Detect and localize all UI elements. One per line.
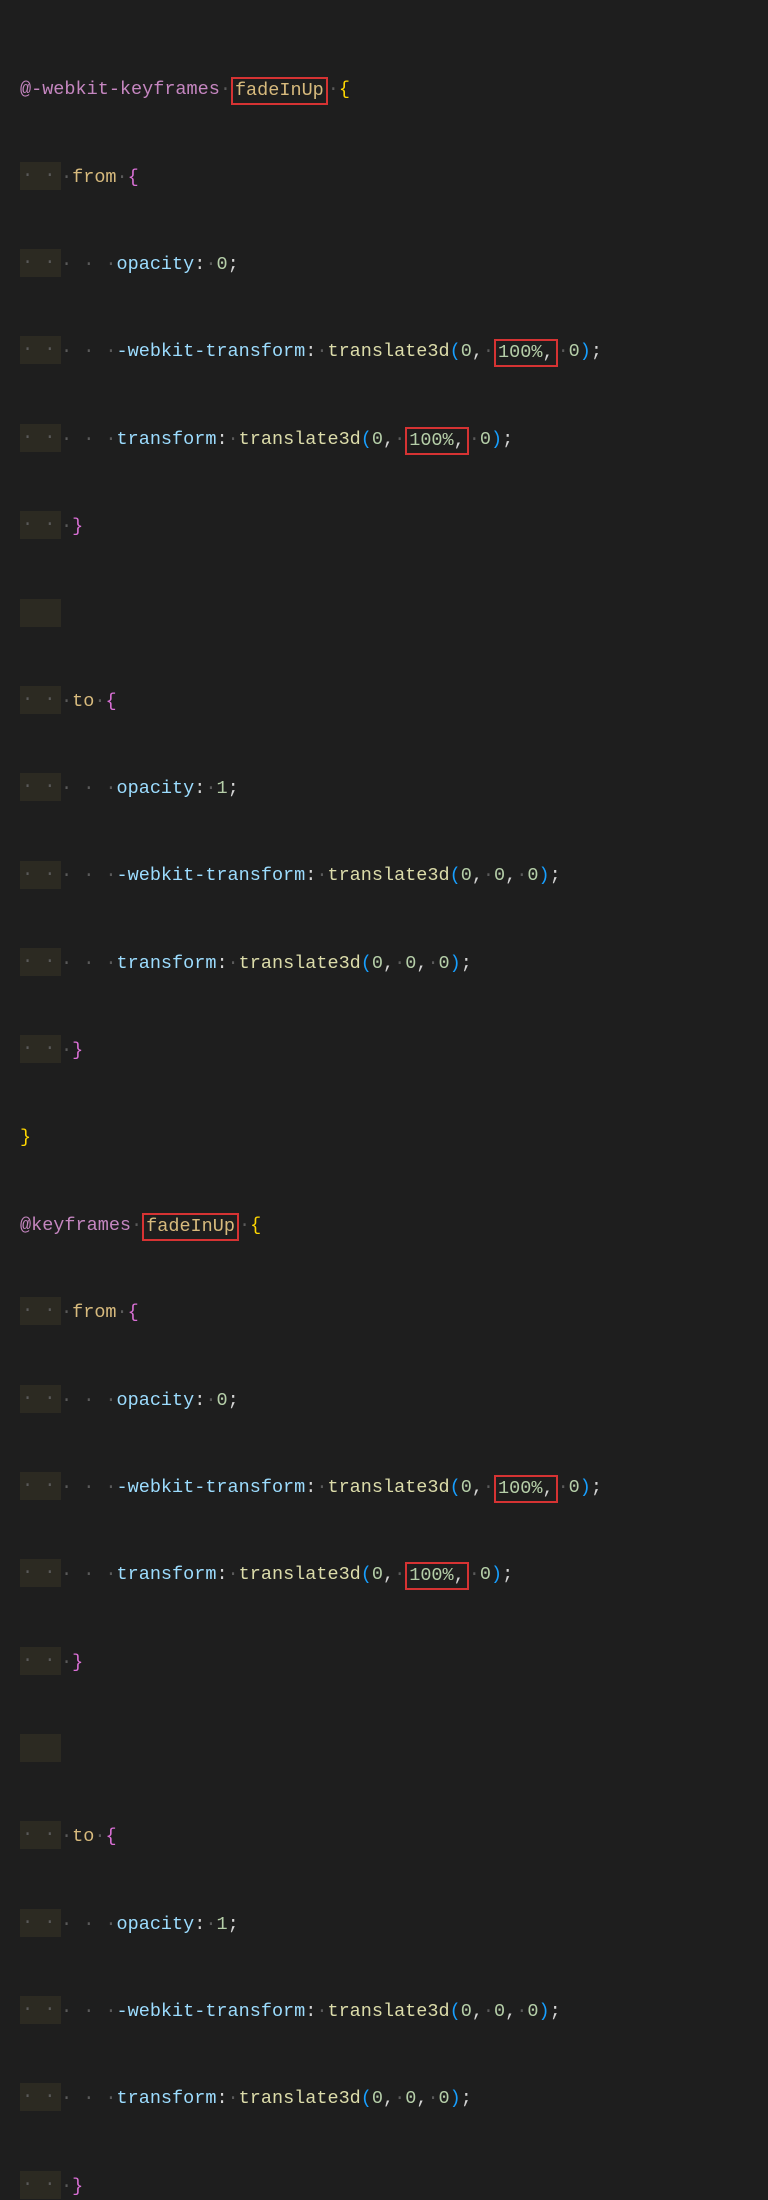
code-line[interactable]: · ··}	[20, 1648, 768, 1678]
function: translate3d	[327, 341, 449, 362]
highlight-box: fadeInUp	[142, 1213, 239, 1241]
at-rule: @keyframes	[20, 1215, 131, 1236]
highlight-box: 100%,	[405, 1562, 469, 1590]
close-brace: }	[20, 1127, 31, 1148]
number: 1	[216, 778, 227, 799]
code-line[interactable]: · ··}	[20, 2172, 768, 2200]
code-line[interactable]: · ·· · ·opacity:·0;	[20, 1386, 768, 1416]
open-brace: {	[339, 79, 350, 100]
code-line[interactable]: · ··}	[20, 1036, 768, 1066]
blank-line[interactable]	[20, 1735, 768, 1765]
highlight-box: 100%,	[405, 427, 469, 455]
to-keyword: to	[72, 691, 94, 712]
highlight-box: 100%,	[494, 339, 558, 367]
property: -webkit-transform	[117, 341, 306, 362]
code-line[interactable]: · ·· · ·-webkit-transform:·translate3d(0…	[20, 1473, 768, 1503]
code-line[interactable]: · ··to·{	[20, 1822, 768, 1852]
property: transform	[117, 429, 217, 450]
from-keyword: from	[72, 167, 116, 188]
code-line[interactable]: · ··to·{	[20, 687, 768, 717]
highlight-box: 100%,	[494, 1475, 558, 1503]
code-line[interactable]: · ·· · ·transform:·translate3d(0,·100%,·…	[20, 425, 768, 455]
code-line[interactable]: @keyframes·fadeInUp·{	[20, 1211, 768, 1241]
number: 0	[216, 254, 227, 275]
open-brace: {	[128, 167, 139, 188]
highlight-box: fadeInUp	[231, 77, 328, 105]
code-line[interactable]: · ··from·{	[20, 1298, 768, 1328]
keyframes-name: fadeInUp	[235, 80, 324, 101]
ws-dot: ·	[220, 79, 231, 100]
code-line[interactable]: · ·· · ·opacity:·0;	[20, 250, 768, 280]
code-line[interactable]: · ·· · ·-webkit-transform:·translate3d(0…	[20, 1997, 768, 2027]
code-line[interactable]: · ·· · ·transform:·translate3d(0,·0,·0);	[20, 2084, 768, 2114]
code-line[interactable]: @-webkit-keyframes·fadeInUp·{	[20, 75, 768, 105]
keyframes-name: fadeInUp	[146, 1216, 235, 1237]
code-line[interactable]: · ·· · ·opacity:·1;	[20, 774, 768, 804]
blank-line[interactable]	[20, 599, 768, 629]
code-editor[interactable]: @-webkit-keyframes·fadeInUp·{ · ··from·{…	[0, 0, 768, 2200]
property: opacity	[117, 254, 195, 275]
code-line[interactable]: · ·· · ·opacity:·1;	[20, 1910, 768, 1940]
code-line[interactable]: · ··}	[20, 512, 768, 542]
at-rule: @-webkit-keyframes	[20, 79, 220, 100]
code-line[interactable]: }	[20, 1123, 768, 1153]
close-brace: }	[72, 516, 83, 537]
code-line[interactable]: · ··from·{	[20, 163, 768, 193]
code-line[interactable]: · ·· · ·-webkit-transform:·translate3d(0…	[20, 861, 768, 891]
code-line[interactable]: · ·· · ·-webkit-transform:·translate3d(0…	[20, 337, 768, 367]
value: 100%	[409, 430, 453, 451]
value: 100%	[498, 342, 542, 363]
code-line[interactable]: · ·· · ·transform:·translate3d(0,·100%,·…	[20, 1560, 768, 1590]
code-line[interactable]: · ·· · ·transform:·translate3d(0,·0,·0);	[20, 949, 768, 979]
